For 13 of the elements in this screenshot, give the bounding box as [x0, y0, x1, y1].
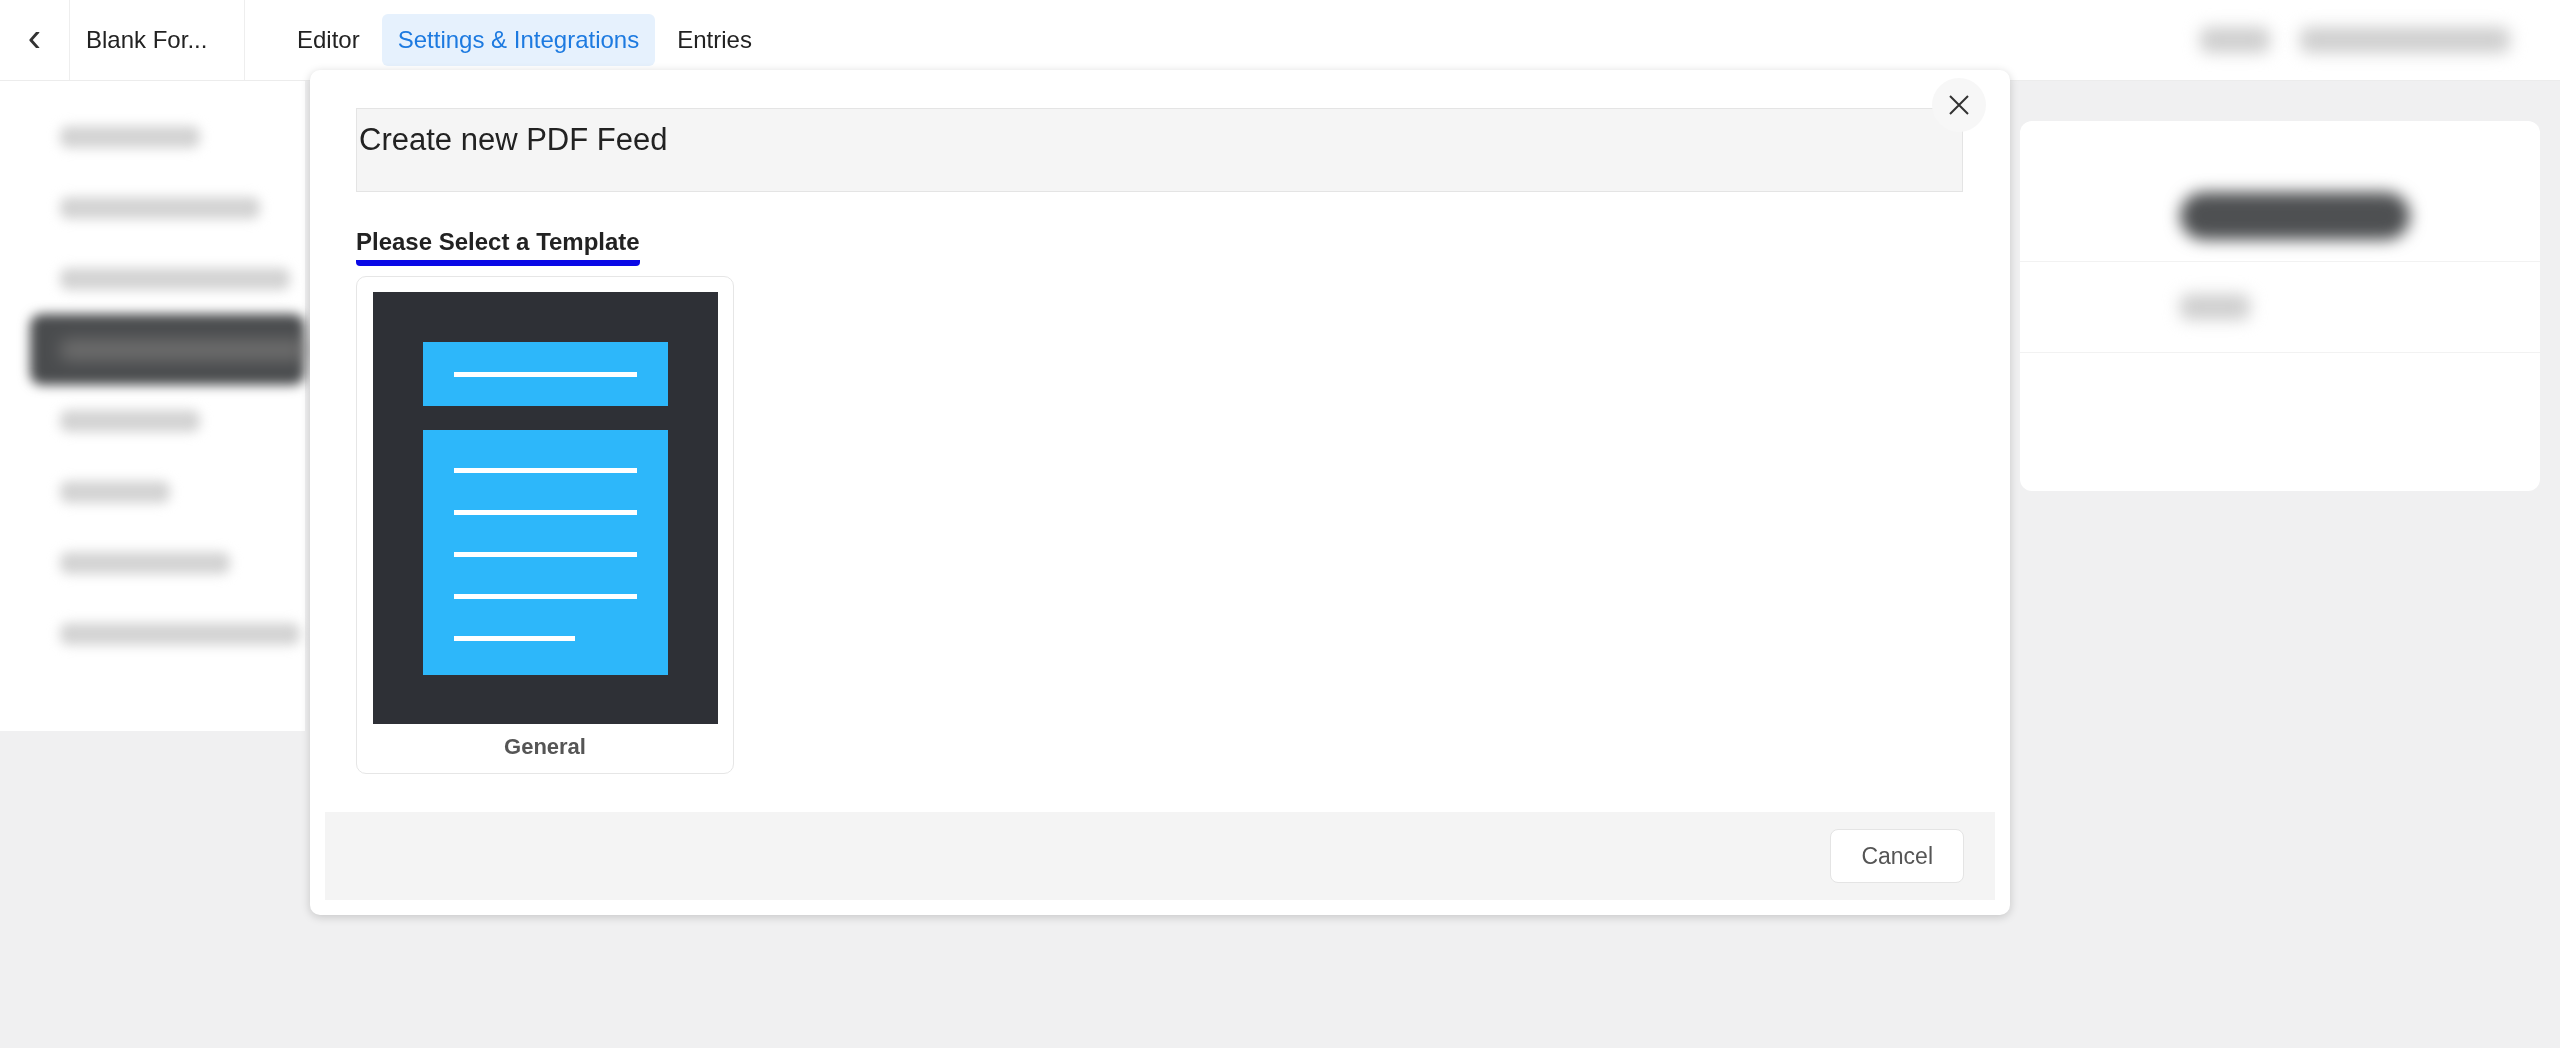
- template-card[interactable]: General: [356, 276, 734, 774]
- tab[interactable]: Editor: [281, 14, 376, 66]
- section-heading: Please Select a Template: [356, 228, 640, 266]
- form-title: Blank For...: [70, 0, 245, 80]
- blurred-button[interactable]: [2180, 192, 2410, 240]
- tab[interactable]: Settings & Integrations: [381, 14, 656, 66]
- blurred-menu-item[interactable]: [30, 314, 305, 385]
- title-field[interactable]: Create new PDF Feed: [356, 108, 1963, 192]
- tab[interactable]: Entries: [661, 14, 768, 66]
- cancel-button[interactable]: Cancel: [1830, 829, 1964, 883]
- template-name: General: [504, 734, 586, 760]
- close-icon: [1948, 94, 1970, 116]
- blurred-text: [2180, 294, 2250, 320]
